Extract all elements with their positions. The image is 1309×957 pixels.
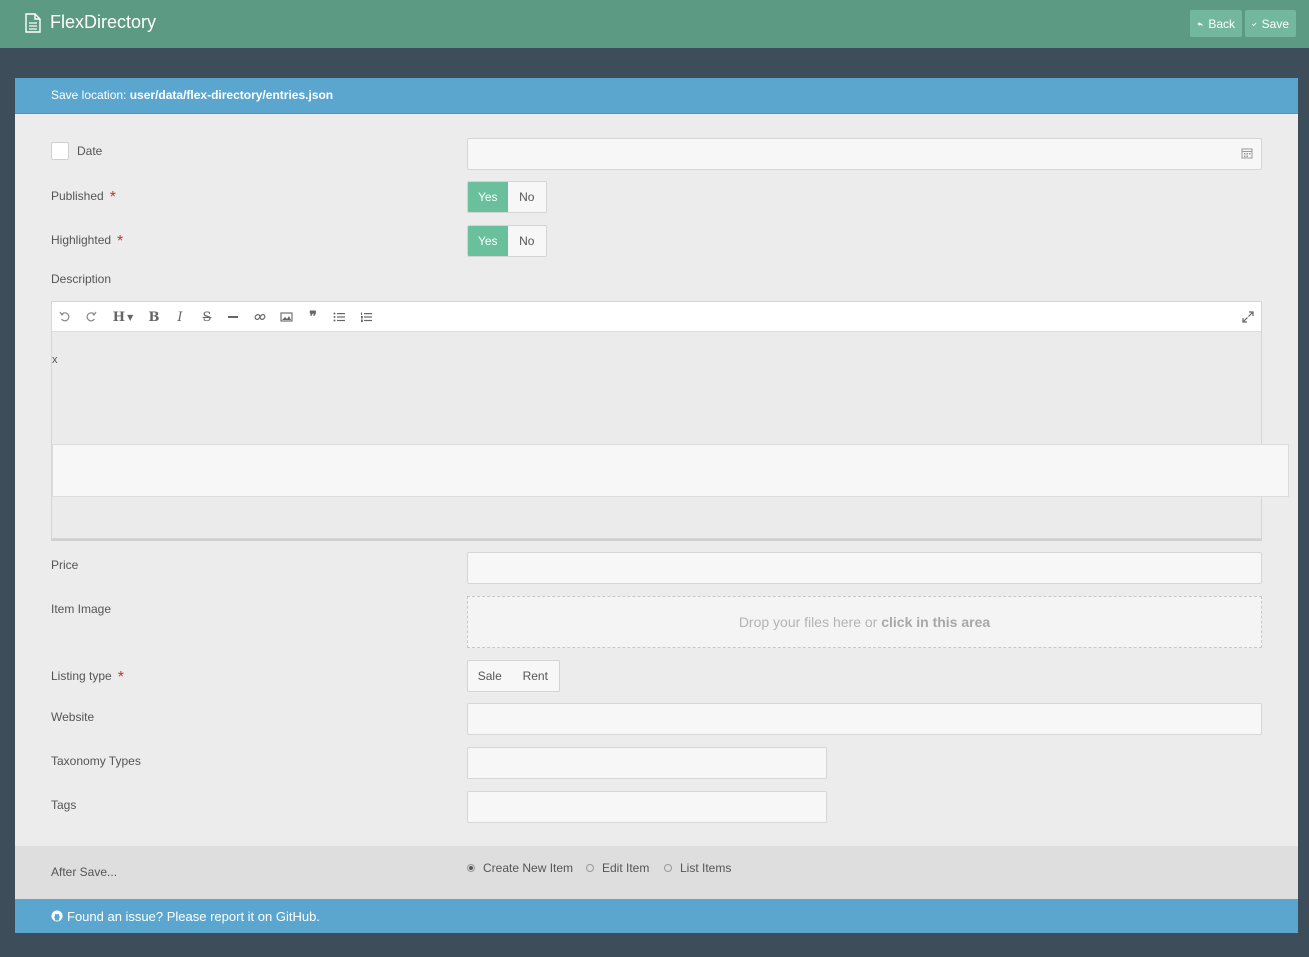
calendar-icon bbox=[1241, 148, 1253, 159]
website-label: Website bbox=[51, 710, 95, 724]
highlighted-label: Highlighted * bbox=[51, 231, 124, 250]
date-field[interactable] bbox=[467, 138, 1262, 170]
radio-dot bbox=[586, 864, 594, 872]
bullet-list-icon[interactable] bbox=[330, 308, 348, 326]
published-no[interactable]: No bbox=[508, 182, 547, 212]
bold-icon[interactable]: B bbox=[145, 308, 163, 326]
required-mark: * bbox=[117, 669, 124, 686]
save-button[interactable]: Save bbox=[1245, 10, 1296, 37]
editor-content[interactable]: x bbox=[52, 354, 58, 366]
radio-edit-label: Edit Item bbox=[602, 861, 650, 875]
radio-create-label: Create New Item bbox=[483, 861, 574, 875]
footer-text: Found an issue? Please report it on GitH… bbox=[67, 908, 320, 924]
after-save-label: After Save... bbox=[51, 865, 118, 879]
save-button-label: Save bbox=[1261, 16, 1289, 31]
save-location-path: user/data/flex-directory/entries.json bbox=[129, 88, 334, 102]
radio-dot bbox=[467, 864, 475, 872]
radio-dot bbox=[664, 864, 672, 872]
redo-icon[interactable] bbox=[82, 308, 100, 326]
highlighted-toggle[interactable]: Yes No bbox=[467, 225, 547, 257]
tags-label: Tags bbox=[51, 798, 77, 812]
radio-list-label: List Items bbox=[680, 861, 732, 875]
quote-icon[interactable]: ❞ bbox=[304, 308, 322, 326]
after-save-section: After Save... Create New Item Edit Item … bbox=[15, 846, 1298, 899]
horizontal-rule-icon[interactable] bbox=[224, 308, 242, 326]
editor-preview-overlay bbox=[52, 444, 1289, 497]
highlighted-yes[interactable]: Yes bbox=[468, 226, 508, 256]
top-bar: FlexDirectory Back Save bbox=[0, 0, 1309, 48]
strikethrough-icon[interactable]: S bbox=[198, 308, 216, 326]
price-label: Price bbox=[51, 558, 79, 572]
dropzone-link: click in this area bbox=[881, 614, 991, 630]
listing-type-toggle[interactable]: Sale Rent bbox=[467, 660, 560, 692]
published-label-text: Published bbox=[51, 189, 104, 203]
heading-glyph: H bbox=[112, 309, 126, 325]
price-field[interactable] bbox=[467, 552, 1262, 584]
github-issue-link[interactable]: Found an issue? Please report it on GitH… bbox=[15, 899, 1298, 933]
github-icon bbox=[51, 910, 63, 922]
radio-edit-item[interactable]: Edit Item bbox=[586, 861, 649, 875]
date-label: Date bbox=[77, 144, 103, 158]
highlighted-no[interactable]: No bbox=[508, 226, 547, 256]
back-button-label: Back bbox=[1208, 16, 1235, 31]
taxonomy-types-field[interactable] bbox=[467, 747, 827, 779]
reply-icon bbox=[1197, 21, 1203, 27]
app-title: FlexDirectory bbox=[50, 12, 157, 32]
published-label: Published * bbox=[51, 187, 116, 206]
heading-icon[interactable]: H ▼ bbox=[110, 308, 136, 326]
listing-type-label: Listing type * bbox=[51, 667, 124, 686]
dropzone-text: Drop your files here or bbox=[738, 614, 882, 630]
save-location-prefix: Save location: bbox=[51, 88, 130, 102]
listing-rent[interactable]: Rent bbox=[512, 661, 559, 691]
check-icon bbox=[1252, 22, 1257, 26]
numbered-list-icon[interactable] bbox=[357, 308, 375, 326]
taxonomy-types-label: Taxonomy Types bbox=[51, 754, 141, 768]
expand-icon[interactable] bbox=[1239, 308, 1257, 326]
highlighted-label-text: Highlighted bbox=[51, 233, 112, 247]
form-panel: Save location: user/data/flex-directory/… bbox=[15, 78, 1298, 933]
website-field[interactable] bbox=[467, 703, 1262, 735]
link-icon[interactable] bbox=[251, 308, 269, 326]
markdown-editor[interactable]: H ▼ B I S ❞ x bbox=[51, 301, 1289, 539]
image-icon[interactable] bbox=[277, 308, 295, 326]
required-mark: * bbox=[117, 233, 124, 250]
radio-list-items[interactable]: List Items bbox=[664, 861, 731, 875]
editor-toolbar: H ▼ B I S ❞ bbox=[52, 302, 1261, 332]
italic-icon[interactable]: I bbox=[171, 308, 189, 326]
save-location-bar: Save location: user/data/flex-directory/… bbox=[15, 78, 1298, 114]
description-label: Description bbox=[51, 272, 112, 286]
item-image-label: Item Image bbox=[51, 602, 112, 616]
date-checkbox[interactable] bbox=[51, 142, 69, 160]
file-dropzone[interactable]: Drop your files here or click in this ar… bbox=[467, 596, 1262, 648]
document-icon bbox=[25, 12, 41, 33]
listing-sale[interactable]: Sale bbox=[468, 661, 512, 691]
tags-field[interactable] bbox=[467, 791, 827, 823]
back-button[interactable]: Back bbox=[1190, 10, 1242, 37]
published-toggle[interactable]: Yes No bbox=[467, 181, 547, 213]
editor-resize-handle[interactable] bbox=[51, 539, 1262, 541]
required-mark: * bbox=[109, 189, 116, 206]
radio-create-new-item[interactable]: Create New Item bbox=[467, 861, 573, 875]
app-title-group: FlexDirectory bbox=[24, 12, 156, 33]
published-yes[interactable]: Yes bbox=[468, 182, 508, 212]
undo-icon[interactable] bbox=[56, 308, 74, 326]
listing-type-label-text: Listing type bbox=[51, 669, 112, 683]
